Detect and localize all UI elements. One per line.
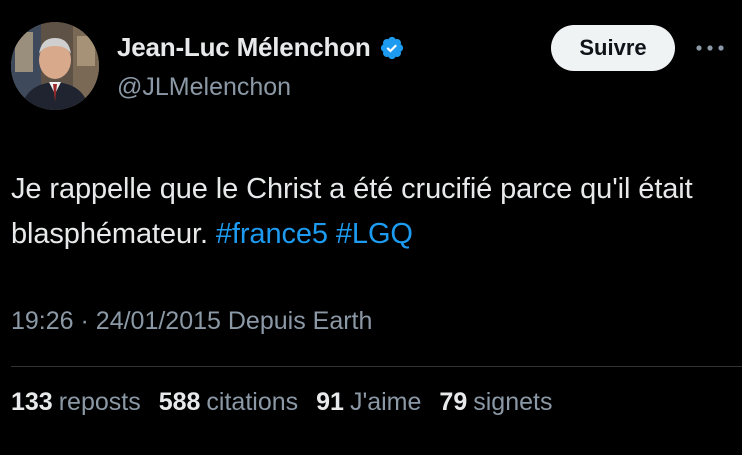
bookmarks-stat[interactable]: 79 signets bbox=[439, 388, 552, 417]
follow-button[interactable]: Suivre bbox=[551, 25, 675, 71]
author-display-name[interactable]: Jean-Luc Mélenchon bbox=[117, 32, 371, 63]
bookmarks-label: signets bbox=[473, 388, 553, 416]
meta-separator: · bbox=[80, 307, 89, 335]
author-name-row: Jean-Luc Mélenchon bbox=[117, 32, 405, 63]
reposts-count: 133 bbox=[11, 388, 53, 416]
verified-badge-icon bbox=[380, 36, 403, 59]
tweet-source: Depuis Earth bbox=[227, 307, 373, 335]
reposts-stat[interactable]: 133 reposts bbox=[11, 388, 141, 417]
quotes-label: citations bbox=[206, 388, 299, 416]
more-options-button[interactable] bbox=[690, 36, 730, 60]
tweet-time[interactable]: 19:26 bbox=[11, 307, 74, 335]
tweet-date[interactable]: 24/01/2015 bbox=[96, 307, 221, 335]
hashtag-france5[interactable]: #france5 bbox=[216, 218, 328, 250]
tweet-stats: 133 reposts 588 citations 91 J'aime 79 s… bbox=[11, 388, 552, 417]
divider bbox=[11, 366, 742, 367]
avatar[interactable] bbox=[11, 22, 99, 110]
hashtag-lgq[interactable]: #LGQ bbox=[336, 218, 413, 250]
quotes-count: 588 bbox=[158, 388, 201, 416]
tweet-card: Jean-Luc Mélenchon @JLMelenchon Suivre J… bbox=[0, 0, 742, 455]
likes-label: J'aime bbox=[349, 388, 422, 416]
likes-count: 91 bbox=[316, 388, 344, 416]
bookmarks-count: 79 bbox=[439, 388, 468, 416]
quotes-stat[interactable]: 588 citations bbox=[159, 388, 298, 417]
tweet-meta: 19:26 · 24/01/2015 Depuis Earth bbox=[11, 307, 372, 336]
author-handle[interactable]: @JLMelenchon bbox=[117, 73, 291, 102]
avatar-image bbox=[11, 22, 99, 110]
more-dots-icon bbox=[696, 45, 724, 51]
reposts-label: reposts bbox=[58, 388, 141, 416]
likes-stat[interactable]: 91 J'aime bbox=[316, 388, 421, 417]
tweet-text: Je rappelle que le Christ a été crucifié… bbox=[11, 167, 731, 257]
